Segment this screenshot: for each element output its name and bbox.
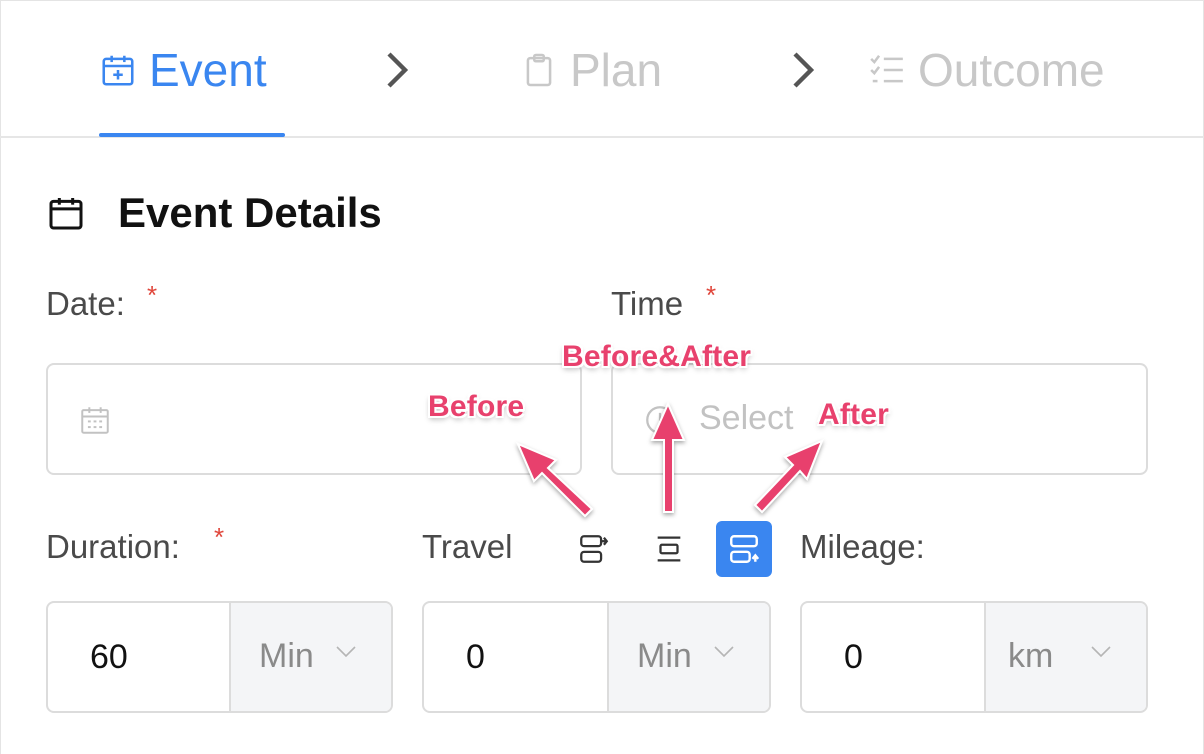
duration-label: Duration: [46, 528, 180, 565]
mileage-input-group: 0 km [800, 601, 1148, 713]
chevron-right-icon [789, 48, 817, 92]
annotation-before: Before [428, 390, 525, 423]
travel-before-icon [580, 535, 609, 563]
duration-unit-select[interactable]: Min [229, 603, 391, 711]
travel-before-button[interactable] [566, 521, 622, 577]
duration-input-group: 60 Min [46, 601, 393, 713]
section-title: Event Details [118, 189, 382, 236]
travel-after-icon [730, 535, 760, 563]
travel-input-group: 0 Min [422, 601, 771, 713]
clock-icon [643, 403, 677, 437]
unit-label: km [1008, 637, 1054, 675]
section-header: Event Details [46, 188, 382, 238]
time-placeholder: Select [699, 399, 794, 437]
travel-label: Travel [422, 528, 513, 565]
calendar-plus-icon [99, 51, 137, 89]
travel-before-after-icon [657, 536, 681, 562]
step-label: Outcome [918, 44, 1105, 96]
travel-input[interactable]: 0 [424, 603, 606, 711]
duration-input[interactable]: 60 [48, 603, 230, 711]
required-marker: * [706, 280, 717, 310]
required-marker: * [147, 280, 158, 310]
travel-after-button[interactable] [716, 521, 772, 577]
unit-label: Min [637, 637, 692, 675]
date-label: Date: [46, 285, 125, 322]
travel-before-after-button[interactable] [641, 521, 697, 577]
clipboard-icon [520, 51, 558, 89]
mileage-label: Mileage: [800, 528, 925, 565]
steps-nav: Event Plan Outcome [0, 0, 1204, 138]
checklist-icon [868, 51, 906, 89]
required-marker: * [214, 522, 225, 552]
annotation-after: After [818, 398, 890, 431]
chevron-down-icon [1090, 645, 1112, 659]
chevron-down-icon [713, 645, 735, 659]
step-event[interactable]: Event [99, 40, 267, 100]
step-label: Plan [570, 44, 663, 96]
unit-label: Min [259, 637, 314, 675]
chevron-right-icon [383, 48, 411, 92]
travel-unit-select[interactable]: Min [607, 603, 769, 711]
step-label: Event [149, 44, 267, 96]
time-label: Time [611, 285, 684, 322]
calendar-icon [46, 193, 86, 233]
chevron-down-icon [335, 645, 357, 659]
active-step-indicator [99, 133, 285, 137]
step-outcome[interactable]: Outcome [868, 40, 1105, 100]
annotation-before-after: Before&After [562, 340, 752, 373]
mileage-unit-select[interactable]: km [984, 603, 1146, 711]
calendar-icon [78, 403, 112, 437]
step-plan[interactable]: Plan [520, 40, 662, 100]
mileage-input[interactable]: 0 [802, 603, 984, 711]
